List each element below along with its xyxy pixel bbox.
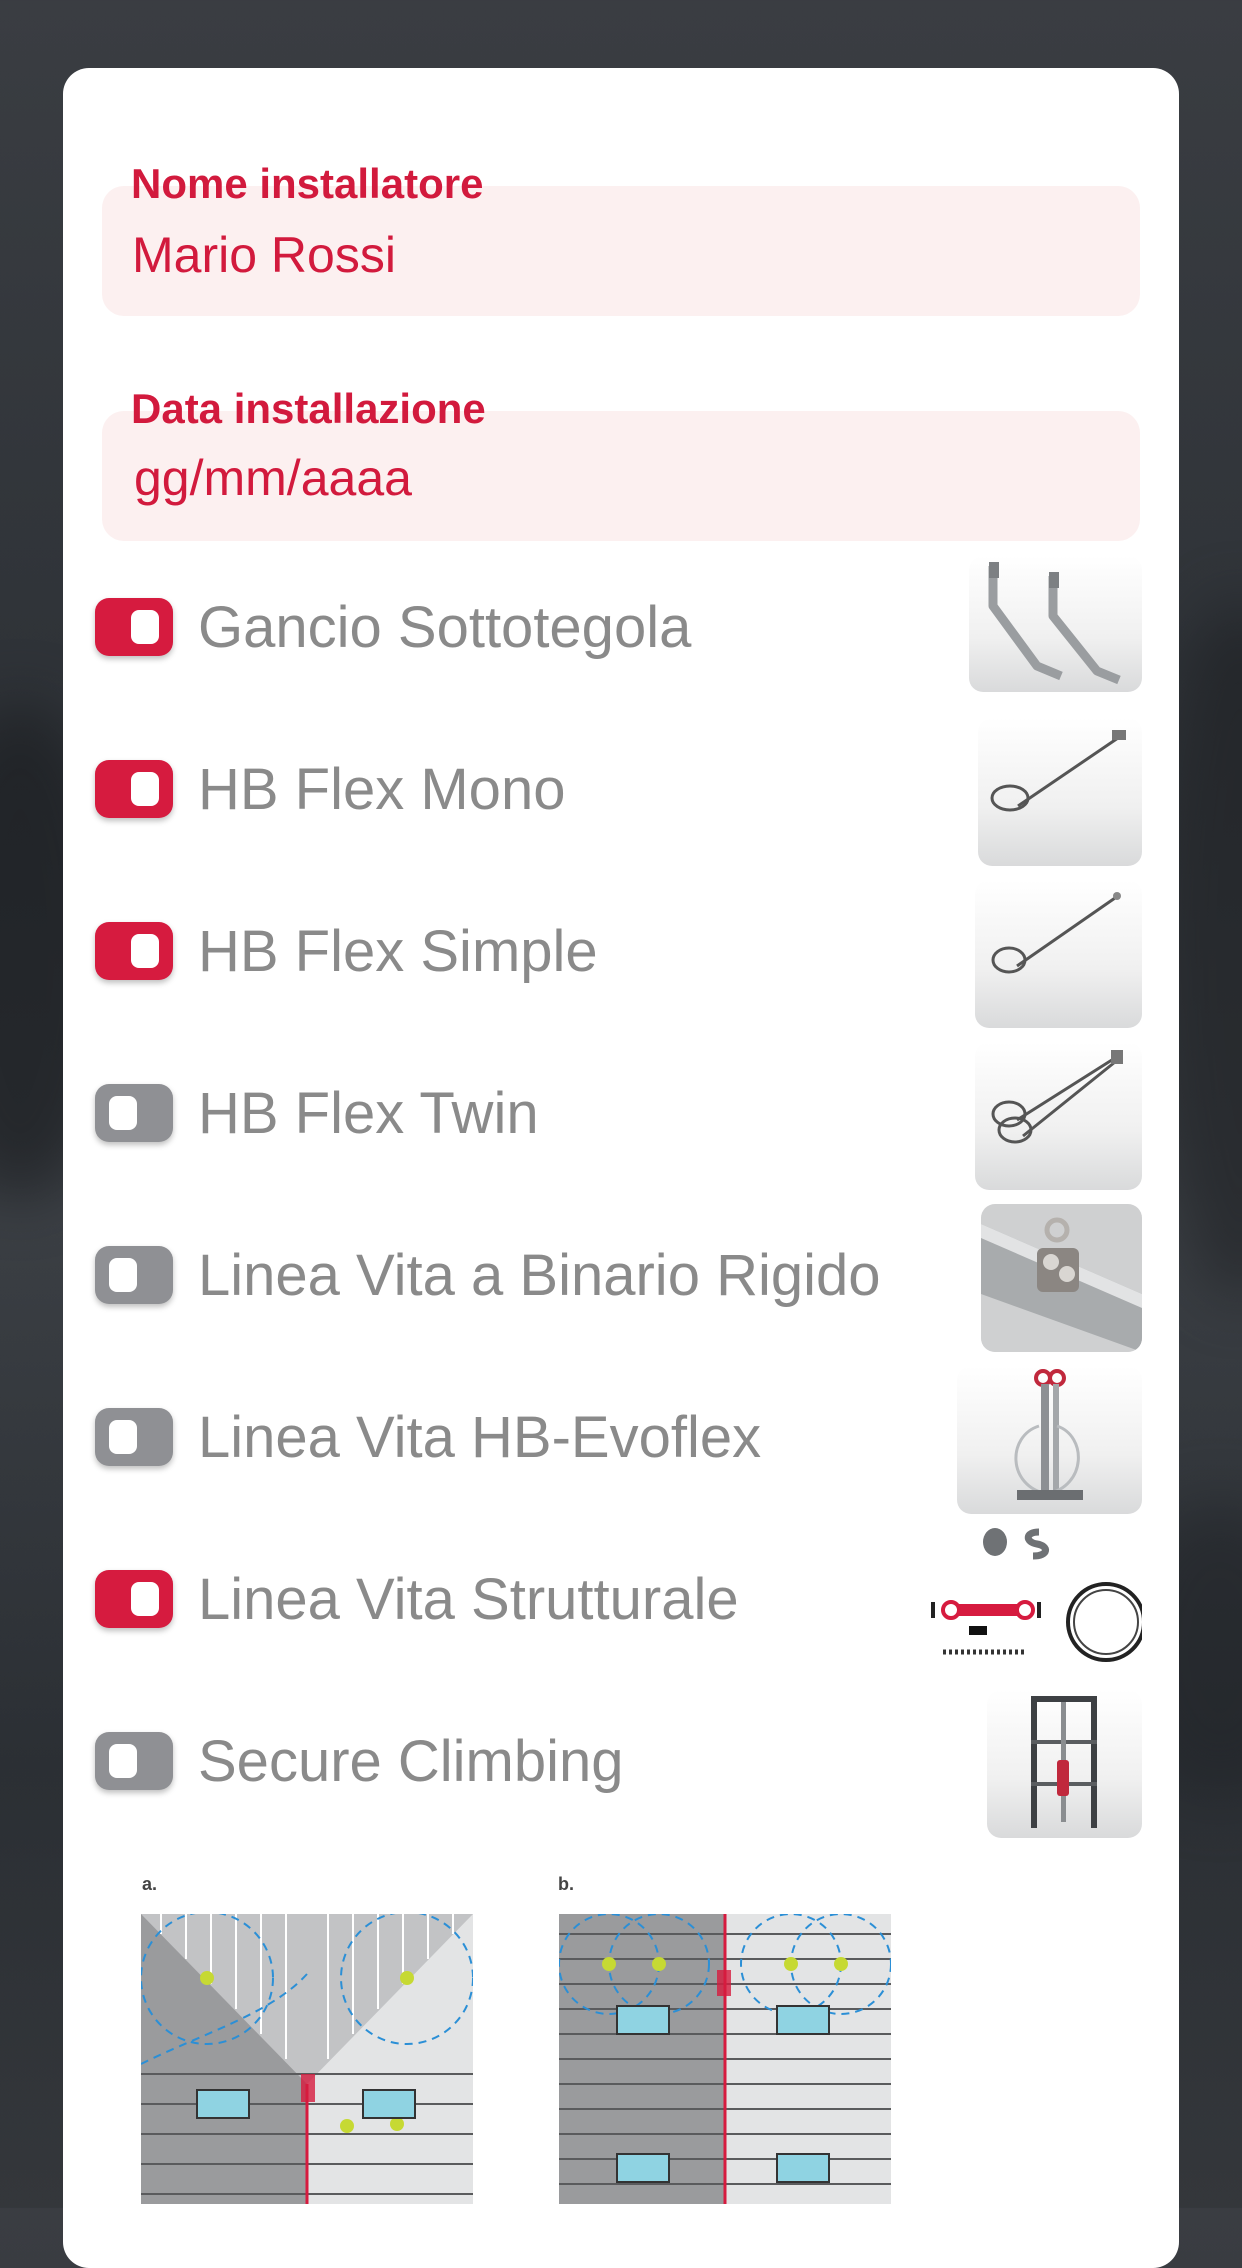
install-date-label: Data installazione bbox=[131, 385, 486, 432]
product-label: Gancio Sottotegola bbox=[198, 595, 692, 660]
product-row-hb-flex-mono[interactable]: HB Flex Mono bbox=[63, 718, 1179, 868]
coverage-diagram-a bbox=[140, 1911, 474, 2204]
product-label: HB Flex Mono bbox=[198, 757, 566, 822]
product-row-hb-evoflex[interactable]: Linea Vita HB-Evoflex bbox=[63, 1366, 1179, 1516]
product-label: Linea Vita HB-Evoflex bbox=[198, 1405, 762, 1470]
toggle-hb-flex-simple[interactable] bbox=[95, 922, 173, 980]
product-row-binario-rigido[interactable]: Linea Vita a Binario Rigido bbox=[63, 1204, 1179, 1354]
product-label: HB Flex Simple bbox=[198, 919, 598, 984]
install-date-input[interactable]: gg/mm/aaaa bbox=[134, 449, 412, 507]
product-label: Secure Climbing bbox=[198, 1729, 624, 1794]
product-row-secure-climbing[interactable]: Secure Climbing bbox=[63, 1690, 1179, 1840]
roof-hook-icon bbox=[969, 556, 1142, 692]
rail-lifeline-icon bbox=[981, 1204, 1142, 1352]
toggle-hb-flex-twin[interactable] bbox=[95, 1084, 173, 1142]
installation-form-card: Mario Rossi Nome installatore gg/mm/aaaa… bbox=[63, 68, 1179, 2268]
installer-name-value[interactable]: Mario Rossi bbox=[132, 226, 396, 284]
cable-simple-icon bbox=[975, 880, 1142, 1028]
installer-name-label: Nome installatore bbox=[131, 160, 484, 207]
toggle-strutturale[interactable] bbox=[95, 1570, 173, 1628]
toggle-secure-climbing[interactable] bbox=[95, 1732, 173, 1790]
product-row-hb-flex-simple[interactable]: HB Flex Simple bbox=[63, 880, 1179, 1030]
product-row-hb-flex-twin[interactable]: HB Flex Twin bbox=[63, 1042, 1179, 1192]
diagram-b-label: b. bbox=[558, 1874, 574, 1894]
product-row-gancio-sottotegola[interactable]: Gancio Sottotegola bbox=[63, 556, 1179, 706]
ladder-icon bbox=[987, 1690, 1142, 1838]
structural-kit-icon bbox=[921, 1528, 1142, 1676]
product-label: HB Flex Twin bbox=[198, 1081, 539, 1146]
product-label: Linea Vita Strutturale bbox=[198, 1567, 739, 1632]
toggle-hb-evoflex[interactable] bbox=[95, 1408, 173, 1466]
product-row-strutturale[interactable]: Linea Vita Strutturale bbox=[63, 1528, 1179, 1678]
coverage-diagram-b bbox=[558, 1913, 892, 2204]
diagram-a-label: a. bbox=[142, 1874, 158, 1894]
toggle-binario-rigido[interactable] bbox=[95, 1246, 173, 1304]
cable-single-icon bbox=[978, 718, 1142, 866]
cable-twin-icon bbox=[975, 1042, 1142, 1190]
evoflex-post-icon bbox=[957, 1366, 1142, 1514]
toggle-hb-flex-mono[interactable] bbox=[95, 760, 173, 818]
toggle-gancio-sottotegola[interactable] bbox=[95, 598, 173, 656]
product-label: Linea Vita a Binario Rigido bbox=[198, 1243, 881, 1308]
